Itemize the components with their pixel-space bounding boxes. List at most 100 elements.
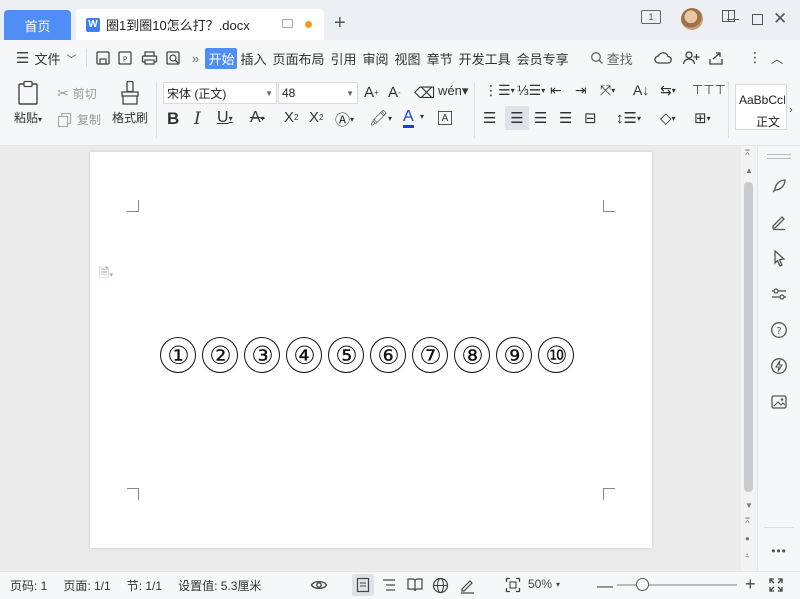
print-preview-icon[interactable] bbox=[161, 48, 185, 68]
new-tab-plus-icon[interactable]: + bbox=[334, 12, 346, 35]
fit-page-icon[interactable] bbox=[505, 577, 521, 593]
share-icon[interactable] bbox=[708, 50, 724, 66]
image-tool-icon[interactable] bbox=[768, 391, 790, 413]
italic-icon[interactable]: I bbox=[194, 109, 201, 129]
minimize-icon[interactable] bbox=[727, 19, 739, 21]
borders-icon[interactable]: ⊞ ▾ bbox=[694, 109, 711, 127]
font-color-dropdown-icon[interactable]: ▾ bbox=[420, 112, 424, 121]
align-right-icon[interactable]: ☰ bbox=[534, 109, 547, 127]
scroll-thumb[interactable] bbox=[744, 182, 753, 492]
outline-view-icon[interactable] bbox=[381, 577, 397, 593]
character-border-icon[interactable]: A bbox=[438, 111, 452, 125]
increase-indent-icon[interactable]: ⇥ bbox=[575, 82, 587, 99]
export-pdf-icon[interactable]: P bbox=[113, 48, 137, 68]
share-user-icon[interactable] bbox=[682, 50, 700, 66]
cloud-sync-icon[interactable] bbox=[654, 50, 672, 66]
scroll-up-icon[interactable]: ▲ bbox=[745, 166, 753, 175]
subscript-icon[interactable]: X2 bbox=[309, 109, 323, 126]
pen-icon[interactable] bbox=[768, 211, 790, 233]
tab-developer[interactable]: 开发工具 bbox=[456, 49, 514, 68]
font-size-select[interactable]: 48 ▼ bbox=[278, 82, 358, 104]
tab-page-layout[interactable]: 页面布局 bbox=[270, 49, 328, 68]
help-icon[interactable]: ? bbox=[768, 319, 790, 341]
page-count[interactable]: 页面: 1/1 bbox=[63, 577, 110, 594]
tab-insert[interactable]: 插入 bbox=[237, 49, 269, 68]
zoom-slider[interactable] bbox=[617, 578, 737, 591]
strikethrough-icon[interactable]: A ▾ bbox=[250, 109, 265, 127]
zoom-out-icon[interactable]: — bbox=[597, 578, 613, 596]
setting-value[interactable]: 设置值: 5.3厘米 bbox=[178, 577, 261, 594]
shading-icon[interactable]: ◇ ▾ bbox=[660, 109, 676, 127]
tab-references[interactable]: 引用 bbox=[328, 49, 360, 68]
cut-button[interactable]: ✂ 剪切 bbox=[57, 85, 97, 102]
more-options-icon[interactable]: ⋮ bbox=[748, 49, 762, 66]
cursor-select-icon[interactable] bbox=[768, 247, 790, 269]
numbered-list-icon[interactable]: ⅓☰ ▾ bbox=[517, 82, 545, 99]
select-browse-icon[interactable]: ● bbox=[745, 534, 750, 543]
distributed-align-icon[interactable]: ⊟ bbox=[584, 109, 597, 127]
fullscreen-icon[interactable] bbox=[768, 577, 784, 593]
next-page-icon[interactable]: ⩡ bbox=[745, 551, 750, 561]
rocket-icon[interactable] bbox=[768, 175, 790, 197]
show-marks-icon[interactable]: ⇆ ▾ bbox=[660, 82, 676, 99]
section-count[interactable]: 节: 1/1 bbox=[127, 577, 162, 594]
vertical-scrollbar[interactable]: ⩞ ▲ ▼ ⩞ ● ⩡ bbox=[741, 146, 757, 571]
page[interactable]: 🗎▾ ① ② ③ ④ ⑤ ⑥ ⑦ ⑧ ⑨ ⑩ bbox=[90, 152, 652, 548]
chevron-right-icon[interactable]: › bbox=[789, 104, 793, 116]
file-menu[interactable]: ☰ 文件 ﹀ bbox=[12, 49, 80, 68]
more-chevron-icon[interactable]: » bbox=[185, 51, 205, 66]
print-icon[interactable] bbox=[137, 48, 161, 68]
decrease-indent-icon[interactable]: ⇤ bbox=[550, 82, 562, 99]
align-center-icon[interactable]: ☰ bbox=[505, 106, 529, 130]
scroll-down-icon[interactable]: ▼ bbox=[745, 501, 753, 510]
superscript-icon[interactable]: X2 bbox=[284, 109, 298, 126]
close-icon[interactable]: ✕ bbox=[773, 9, 787, 29]
text-direction-icon[interactable]: ⤧ ▾ bbox=[600, 82, 615, 99]
eye-protection-icon[interactable] bbox=[310, 577, 328, 593]
collapse-ribbon-icon[interactable]: ︿ bbox=[771, 50, 783, 67]
align-left-icon[interactable]: ☰ bbox=[483, 109, 496, 127]
zoom-level[interactable]: 50% ▾ bbox=[528, 577, 560, 591]
increase-font-icon[interactable]: A + bbox=[364, 84, 379, 101]
bullet-list-icon[interactable]: ⋮☰ ▾ bbox=[484, 82, 515, 99]
decrease-font-icon[interactable]: A- bbox=[388, 84, 401, 101]
paragraph-handle-icon[interactable]: 🗎▾ bbox=[99, 264, 113, 286]
tab-section[interactable]: 章节 bbox=[424, 49, 456, 68]
text-effect-icon[interactable]: Ⓐ ▾ bbox=[335, 109, 354, 130]
web-view-icon[interactable] bbox=[432, 577, 449, 594]
window-list-icon[interactable]: 1 bbox=[641, 10, 661, 24]
line-spacing-icon[interactable]: ↕☰ ▾ bbox=[616, 109, 641, 127]
document-tab[interactable]: W 圈1到圈10怎么打？.docx bbox=[76, 9, 324, 40]
zoom-slider-knob[interactable] bbox=[636, 578, 649, 591]
tab-review[interactable]: 审阅 bbox=[360, 49, 392, 68]
underline-icon[interactable]: U ▾ bbox=[217, 109, 233, 127]
zoom-in-icon[interactable]: + bbox=[745, 574, 756, 595]
home-tab[interactable]: 首页 bbox=[4, 10, 71, 40]
maximize-icon[interactable] bbox=[752, 14, 763, 25]
tab-view[interactable]: 视图 bbox=[392, 49, 424, 68]
tab-home[interactable]: 开始 bbox=[205, 47, 238, 69]
tab-member[interactable]: 会员专享 bbox=[514, 49, 572, 68]
more-icon[interactable]: ••• bbox=[768, 540, 790, 562]
phonetic-guide-icon[interactable]: wén▾ bbox=[438, 83, 468, 99]
lightning-icon[interactable] bbox=[768, 355, 790, 377]
clear-format-icon[interactable]: ⌫ bbox=[414, 84, 435, 102]
write-mode-icon[interactable] bbox=[459, 577, 476, 594]
font-name-select[interactable]: 宋体 (正文) ▼ bbox=[163, 82, 277, 104]
highlight-icon[interactable]: 🖍 ▾ bbox=[369, 109, 392, 127]
font-color-icon[interactable]: A bbox=[403, 108, 414, 128]
search-button[interactable]: 查找 bbox=[586, 49, 637, 68]
bold-icon[interactable]: B bbox=[167, 109, 179, 129]
sort-icon[interactable]: A↓ bbox=[633, 82, 649, 98]
prev-page-icon[interactable]: ⩞ bbox=[745, 516, 750, 526]
sliders-icon[interactable] bbox=[768, 283, 790, 305]
justify-icon[interactable]: ☰ bbox=[559, 109, 572, 127]
copy-button[interactable]: 复制 bbox=[57, 111, 101, 128]
format-painter-button[interactable]: 格式刷 bbox=[110, 80, 150, 126]
avatar[interactable] bbox=[681, 8, 703, 30]
style-normal[interactable]: AaBbCcI 正文 bbox=[735, 84, 787, 130]
scroll-top-icon[interactable]: ⩞ bbox=[745, 148, 750, 158]
save-icon[interactable] bbox=[93, 48, 113, 68]
paste-button[interactable]: 粘贴▾ bbox=[10, 80, 46, 126]
tab-stops-icon[interactable]: ⊤⊤⊤ bbox=[692, 82, 726, 98]
